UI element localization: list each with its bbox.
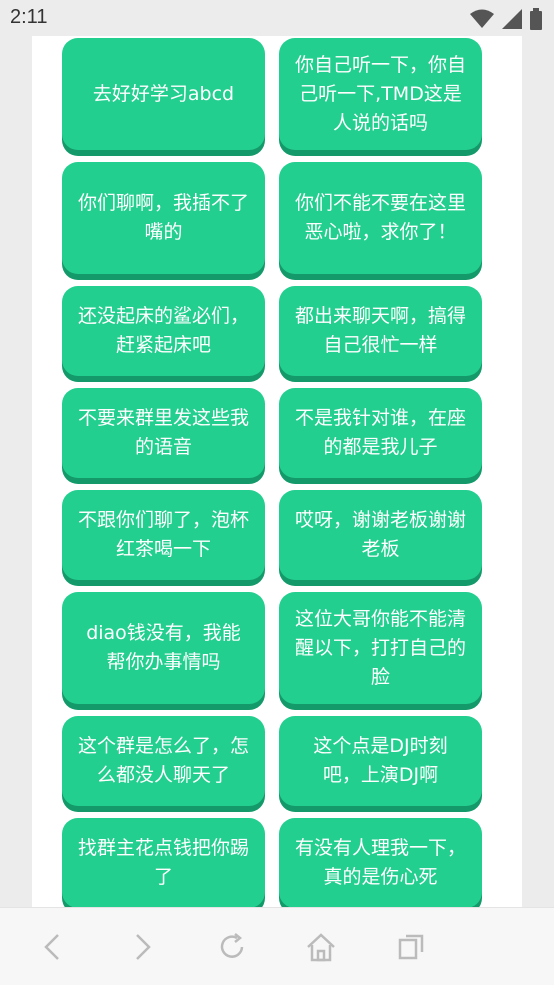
phrase-grid: 去好好学习abcd 你自己听一下，你自己听一下,TMD这是人说的话吗 你们聊啊，… xyxy=(62,36,482,907)
phrase-button-6[interactable]: 都出来聊天啊，搞得自己很忙一样 xyxy=(279,286,482,376)
phrase-button-11[interactable]: diao钱没有，我能帮你办事情吗 xyxy=(62,592,265,704)
phrase-button-8[interactable]: 不是我针对谁，在座的都是我儿子 xyxy=(279,388,482,478)
phrase-button-9[interactable]: 不跟你们聊了，泡杯红茶喝一下 xyxy=(62,490,265,580)
tabs-icon[interactable] xyxy=(394,930,428,964)
phrase-button-10[interactable]: 哎呀，谢谢老板谢谢老板 xyxy=(279,490,482,580)
phrase-button-1[interactable]: 去好好学习abcd xyxy=(62,38,265,150)
forward-arrow-icon[interactable] xyxy=(125,930,159,964)
wifi-icon xyxy=(470,9,494,33)
phrase-button-3[interactable]: 你们聊啊，我插不了嘴的 xyxy=(62,162,265,274)
phrase-button-7[interactable]: 不要来群里发这些我的语音 xyxy=(62,388,265,478)
signal-icon xyxy=(502,9,522,33)
phrase-button-14[interactable]: 这个点是DJ时刻吧，上演DJ啊 xyxy=(279,716,482,806)
refresh-icon[interactable] xyxy=(215,930,249,964)
phrase-button-15[interactable]: 找群主花点钱把你踢了 xyxy=(62,818,265,907)
phrase-button-5[interactable]: 还没起床的鲨必们，赶紧起床吧 xyxy=(62,286,265,376)
content-panel: 去好好学习abcd 你自己听一下，你自己听一下,TMD这是人说的话吗 你们聊啊，… xyxy=(32,36,522,907)
phrase-button-13[interactable]: 这个群是怎么了，怎么都没人聊天了 xyxy=(62,716,265,806)
status-time: 2:11 xyxy=(10,6,48,28)
phrase-button-12[interactable]: 这位大哥你能不能清醒以下，打打自己的脸 xyxy=(279,592,482,704)
status-bar: 2:11 xyxy=(0,0,554,36)
phrase-button-2[interactable]: 你自己听一下，你自己听一下,TMD这是人说的话吗 xyxy=(279,38,482,150)
browser-bottom-bar xyxy=(0,907,554,985)
back-arrow-icon[interactable] xyxy=(36,930,70,964)
status-icons xyxy=(470,8,542,34)
phrase-button-16[interactable]: 有没有人理我一下，真的是伤心死 xyxy=(279,818,482,907)
battery-icon xyxy=(530,8,542,34)
phrase-button-4[interactable]: 你们不能不要在这里恶心啦，求你了！ xyxy=(279,162,482,274)
home-icon[interactable] xyxy=(304,930,338,964)
